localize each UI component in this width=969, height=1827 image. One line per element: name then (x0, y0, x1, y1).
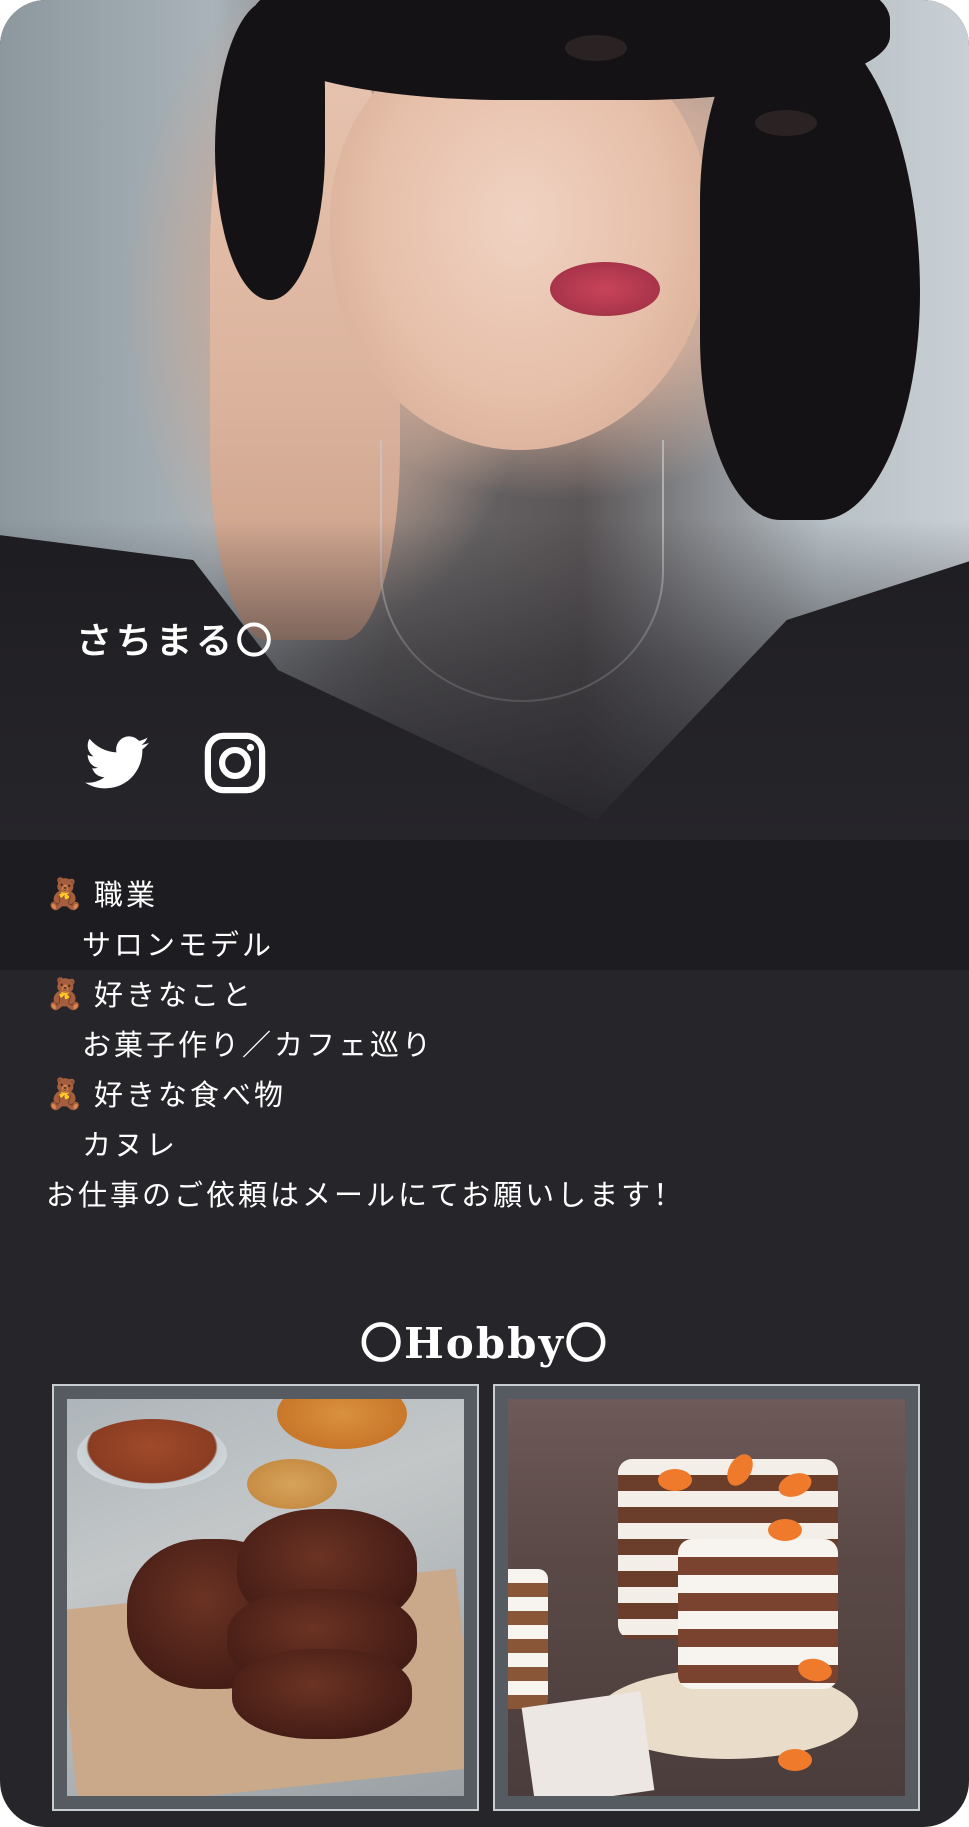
bio-heading: 好きな食べ物 (94, 1078, 287, 1112)
hobby-card-cake[interactable] (493, 1384, 920, 1811)
bio-note-row: お仕事のご依頼はメールにてお願いします！ (46, 1170, 685, 1220)
teddy-bear-icon: 🧸 (46, 1077, 87, 1112)
eye-shape (565, 35, 627, 61)
carrot-decoration (778, 1749, 812, 1771)
bio-heading: 好きなこと (94, 978, 255, 1012)
profile-name: さちまる〇 (76, 621, 277, 662)
spoon-shape (247, 1459, 337, 1509)
cocoa-bowl (77, 1419, 227, 1489)
cookies-photo (67, 1399, 464, 1796)
profile-page: さちまる〇 🧸 職業 サロンモデル 🧸 好きなこと お菓子作り／カフェ巡り 🧸 … (0, 0, 969, 1827)
hair-shape (700, 20, 920, 520)
bio-value: カヌレ (82, 1128, 179, 1162)
napkin-shape (521, 1691, 655, 1796)
bio-heading-row: 🧸 職業 (46, 870, 685, 920)
bio-value-row: お菓子作り／カフェ巡り (46, 1020, 685, 1070)
hobby-section-title: 〇Hobby〇 (360, 1319, 609, 1368)
bio-value-row: カヌレ (46, 1120, 685, 1170)
nut-butter-bowl (277, 1399, 407, 1449)
teddy-bear-icon: 🧸 (46, 977, 87, 1012)
bio-note: お仕事のご依頼はメールにてお願いします！ (46, 1178, 686, 1212)
hobby-card-cookies[interactable] (52, 1384, 479, 1811)
hobby-gallery (52, 1384, 920, 1811)
cake-slice-left (508, 1569, 548, 1709)
carrot-decoration (658, 1469, 692, 1491)
profile-bio: 🧸 職業 サロンモデル 🧸 好きなこと お菓子作り／カフェ巡り 🧸 好きな食べ物… (46, 870, 685, 1220)
instagram-icon[interactable] (202, 730, 268, 796)
social-links (84, 730, 268, 796)
bio-heading-row: 🧸 好きなこと (46, 970, 685, 1020)
carrot-decoration (768, 1519, 802, 1541)
bio-heading-row: 🧸 好きな食べ物 (46, 1070, 685, 1120)
bio-value: お菓子作り／カフェ巡り (82, 1028, 435, 1062)
lips-shape (550, 262, 660, 316)
hero-photo (0, 0, 969, 970)
twitter-icon[interactable] (84, 730, 150, 796)
hair-shape (215, 0, 325, 300)
bio-value: サロンモデル (82, 928, 275, 962)
eye-shape (755, 110, 817, 136)
bio-heading: 職業 (94, 878, 159, 912)
cookie-shape (232, 1649, 412, 1739)
carrot-cake-photo (508, 1399, 905, 1796)
bio-value-row: サロンモデル (46, 920, 685, 970)
teddy-bear-icon: 🧸 (46, 877, 87, 912)
